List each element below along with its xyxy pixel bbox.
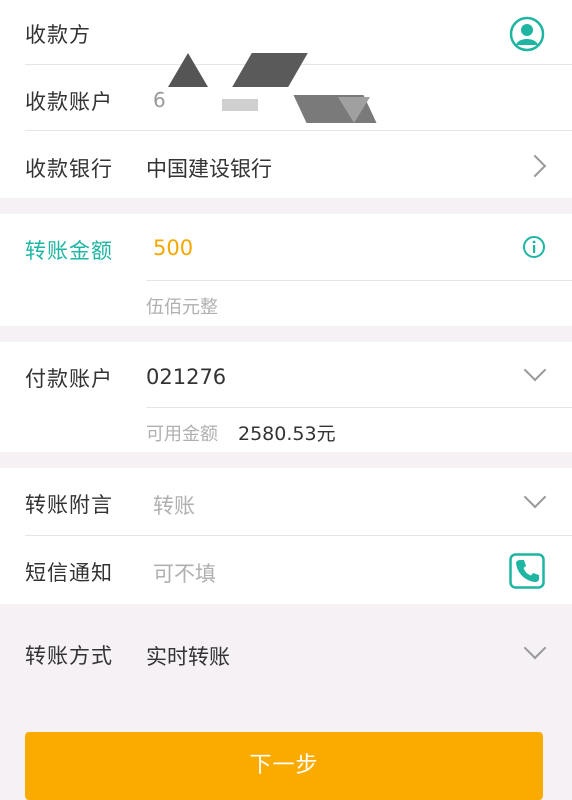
payer-account-section: 付款账户 021276 可用金额 2580.53元 (0, 342, 572, 452)
amount-input[interactable]: 500 (153, 236, 193, 260)
payee-bank-row[interactable]: 收款银行 中国建设银行 (0, 131, 572, 198)
sms-label: 短信通知 (25, 561, 113, 585)
amount-in-words: 伍佰元整 (146, 297, 218, 318)
payee-bank-value: 中国建设银行 (146, 157, 272, 181)
chevron-down-icon[interactable] (523, 358, 547, 382)
amount-label: 转账金额 (25, 239, 113, 263)
payee-section: 收款方 收款账户 6 收款银行 中国建设银行 (0, 0, 572, 198)
balance-label: 可用金额 (146, 424, 218, 445)
memo-input[interactable]: 转账 (153, 490, 195, 520)
payee-label: 收款方 (25, 23, 91, 47)
contact-icon[interactable] (509, 16, 545, 56)
payee-account-label: 收款账户 (25, 90, 113, 114)
memo-label: 转账附言 (25, 493, 113, 517)
method-value: 实时转账 (146, 645, 230, 669)
chevron-right-icon[interactable] (523, 154, 547, 178)
payer-account-label: 付款账户 (25, 367, 113, 391)
memo-sms-section: 转账附言 转账 短信通知 可不填 (0, 468, 572, 604)
payee-account-row[interactable]: 收款账户 6 (0, 53, 572, 130)
next-button[interactable]: 下一步 (25, 732, 543, 800)
memo-row[interactable]: 转账附言 转账 (0, 468, 572, 535)
balance-value: 2580.53元 (238, 423, 336, 445)
masked-account-number (160, 47, 420, 137)
phone-icon[interactable] (509, 553, 545, 593)
payer-account-row[interactable]: 付款账户 021276 (0, 342, 572, 407)
sms-row[interactable]: 短信通知 可不填 (0, 536, 572, 604)
amount-row[interactable]: 转账金额 500 (0, 214, 572, 280)
sms-input[interactable]: 可不填 (153, 558, 216, 588)
method-row[interactable]: 转账方式 实时转账 (0, 620, 572, 686)
payer-account-value: 021276 (146, 365, 227, 389)
chevron-down-icon[interactable] (523, 636, 547, 660)
amount-section: 转账金额 500 伍佰元整 (0, 214, 572, 326)
payee-bank-label: 收款银行 (25, 157, 113, 181)
divider (146, 280, 572, 281)
info-icon[interactable] (522, 235, 546, 263)
method-label: 转账方式 (25, 644, 113, 668)
divider (146, 407, 572, 408)
chevron-down-icon[interactable] (523, 485, 547, 509)
